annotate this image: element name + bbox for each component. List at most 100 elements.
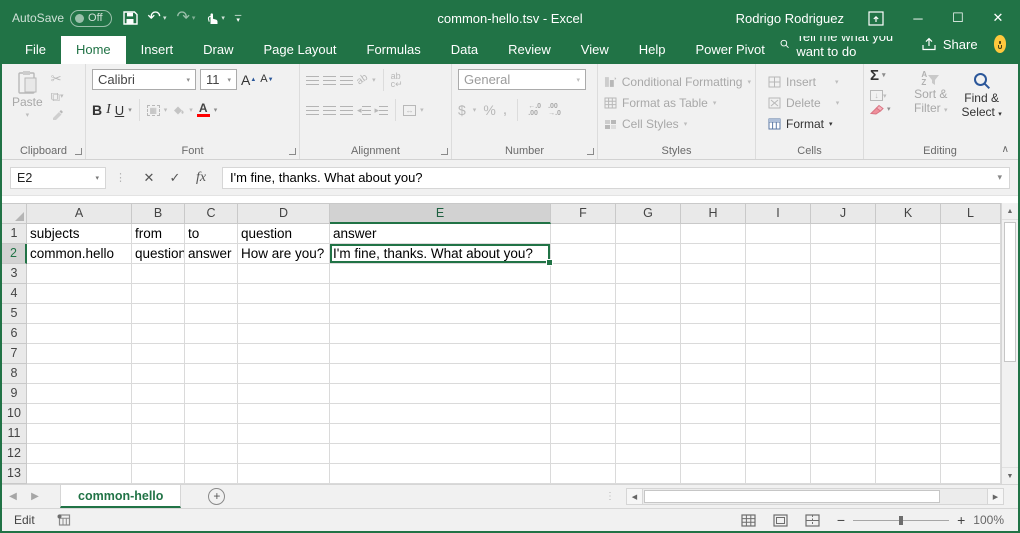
page-break-preview-button[interactable] (805, 514, 820, 527)
cell-c7[interactable] (185, 344, 238, 364)
paste-button[interactable]: Paste ▾ (8, 69, 47, 124)
row-header-10[interactable]: 10 (2, 404, 27, 424)
scroll-left-icon[interactable]: ◀ (626, 488, 643, 505)
cell-a1[interactable]: subjects (27, 224, 132, 244)
cell-e4[interactable] (330, 284, 551, 304)
cell-b12[interactable] (132, 444, 185, 464)
cell-c11[interactable] (185, 424, 238, 444)
alignment-dialog-launcher[interactable] (441, 148, 448, 155)
cell-d10[interactable] (238, 404, 330, 424)
ribbon-display-options-button[interactable] (868, 11, 884, 26)
cell-a4[interactable] (27, 284, 132, 304)
cell-c5[interactable] (185, 304, 238, 324)
cell-b1[interactable]: from (132, 224, 185, 244)
column-header-a[interactable]: A (27, 203, 132, 224)
collapse-ribbon-button[interactable]: ∧ (1002, 144, 1009, 155)
cell-j1[interactable] (811, 224, 876, 244)
cell-l6[interactable] (941, 324, 1001, 344)
cell-b13[interactable] (132, 464, 185, 484)
cell-g4[interactable] (616, 284, 681, 304)
cell-h10[interactable] (681, 404, 746, 424)
cell-j2[interactable] (811, 244, 876, 264)
column-header-l[interactable]: L (941, 203, 1001, 224)
cell-i13[interactable] (746, 464, 811, 484)
cell-a12[interactable] (27, 444, 132, 464)
feedback-smiley-button[interactable] (994, 35, 1006, 53)
cell-g13[interactable] (616, 464, 681, 484)
close-button[interactable]: ✕ (978, 0, 1018, 36)
italic-button[interactable]: I (106, 103, 111, 117)
cell-k1[interactable] (876, 224, 941, 244)
percent-style-button[interactable]: % (483, 103, 495, 117)
decrease-decimal-button[interactable]: .00→.0 (548, 103, 561, 118)
column-header-i[interactable]: I (746, 203, 811, 224)
copy-button[interactable]: ⧉▾ (51, 90, 64, 103)
column-header-h[interactable]: H (681, 203, 746, 224)
number-format-combo[interactable]: General▾ (458, 69, 586, 90)
cell-i7[interactable] (746, 344, 811, 364)
cell-h2[interactable] (681, 244, 746, 264)
cell-a6[interactable] (27, 324, 132, 344)
autosave-pill[interactable]: Off (70, 10, 111, 27)
cell-j12[interactable] (811, 444, 876, 464)
normal-view-button[interactable] (741, 514, 756, 527)
cell-d3[interactable] (238, 264, 330, 284)
cancel-entry-button[interactable]: ✕ (136, 170, 162, 186)
cell-e8[interactable] (330, 364, 551, 384)
cell-h9[interactable] (681, 384, 746, 404)
cell-a10[interactable] (27, 404, 132, 424)
scroll-up-icon[interactable]: ▲ (1002, 203, 1018, 220)
cell-a9[interactable] (27, 384, 132, 404)
tab-review[interactable]: Review (493, 36, 566, 64)
horizontal-scrollbar[interactable]: ◀ ▶ (626, 488, 1004, 505)
cell-b3[interactable] (132, 264, 185, 284)
cell-h12[interactable] (681, 444, 746, 464)
cell-b5[interactable] (132, 304, 185, 324)
cell-l3[interactable] (941, 264, 1001, 284)
touch-mouse-mode-button[interactable]: ▾ (205, 10, 225, 26)
cell-b8[interactable] (132, 364, 185, 384)
cell-d6[interactable] (238, 324, 330, 344)
cell-k7[interactable] (876, 344, 941, 364)
cell-i12[interactable] (746, 444, 811, 464)
cell-d2[interactable]: How are you? (238, 244, 330, 264)
cell-l7[interactable] (941, 344, 1001, 364)
cell-k4[interactable] (876, 284, 941, 304)
sort-filter-button[interactable]: AZ Sort & Filter ▾ (910, 70, 952, 123)
cell-l11[interactable] (941, 424, 1001, 444)
zoom-slider[interactable] (853, 520, 949, 521)
cell-b6[interactable] (132, 324, 185, 344)
bold-button[interactable]: B (92, 103, 102, 117)
wrap-text-button[interactable]: abc↵ (391, 72, 403, 88)
cell-h1[interactable] (681, 224, 746, 244)
insert-cells-button[interactable]: Insert▾ (768, 71, 859, 92)
cell-a2[interactable]: common.hello (27, 244, 132, 264)
cell-f9[interactable] (551, 384, 616, 404)
cell-styles-button[interactable]: Cell Styles▾ (604, 113, 751, 134)
tab-help[interactable]: Help (624, 36, 681, 64)
cell-g1[interactable] (616, 224, 681, 244)
column-header-c[interactable]: C (185, 203, 238, 224)
enter-entry-button[interactable]: ✓ (162, 170, 188, 186)
increase-decimal-button[interactable]: ←.0.00 (528, 103, 541, 118)
clipboard-dialog-launcher[interactable] (75, 148, 82, 155)
cell-h6[interactable] (681, 324, 746, 344)
cell-c9[interactable] (185, 384, 238, 404)
align-bottom-button[interactable] (340, 76, 353, 85)
cell-f13[interactable] (551, 464, 616, 484)
font-color-button[interactable]: A (197, 103, 210, 117)
cell-i1[interactable] (746, 224, 811, 244)
cell-g10[interactable] (616, 404, 681, 424)
cell-h4[interactable] (681, 284, 746, 304)
number-dialog-launcher[interactable] (587, 148, 594, 155)
sheet-tab-common-hello[interactable]: common-hello (60, 485, 181, 508)
horizontal-scroll-track[interactable] (643, 488, 987, 505)
cell-k11[interactable] (876, 424, 941, 444)
cell-b7[interactable] (132, 344, 185, 364)
cell-e5[interactable] (330, 304, 551, 324)
column-header-d[interactable]: D (238, 203, 330, 224)
tab-power-pivot[interactable]: Power Pivot (681, 36, 780, 64)
cell-g8[interactable] (616, 364, 681, 384)
increase-font-size-button[interactable]: A▲ (241, 73, 256, 87)
cell-g6[interactable] (616, 324, 681, 344)
